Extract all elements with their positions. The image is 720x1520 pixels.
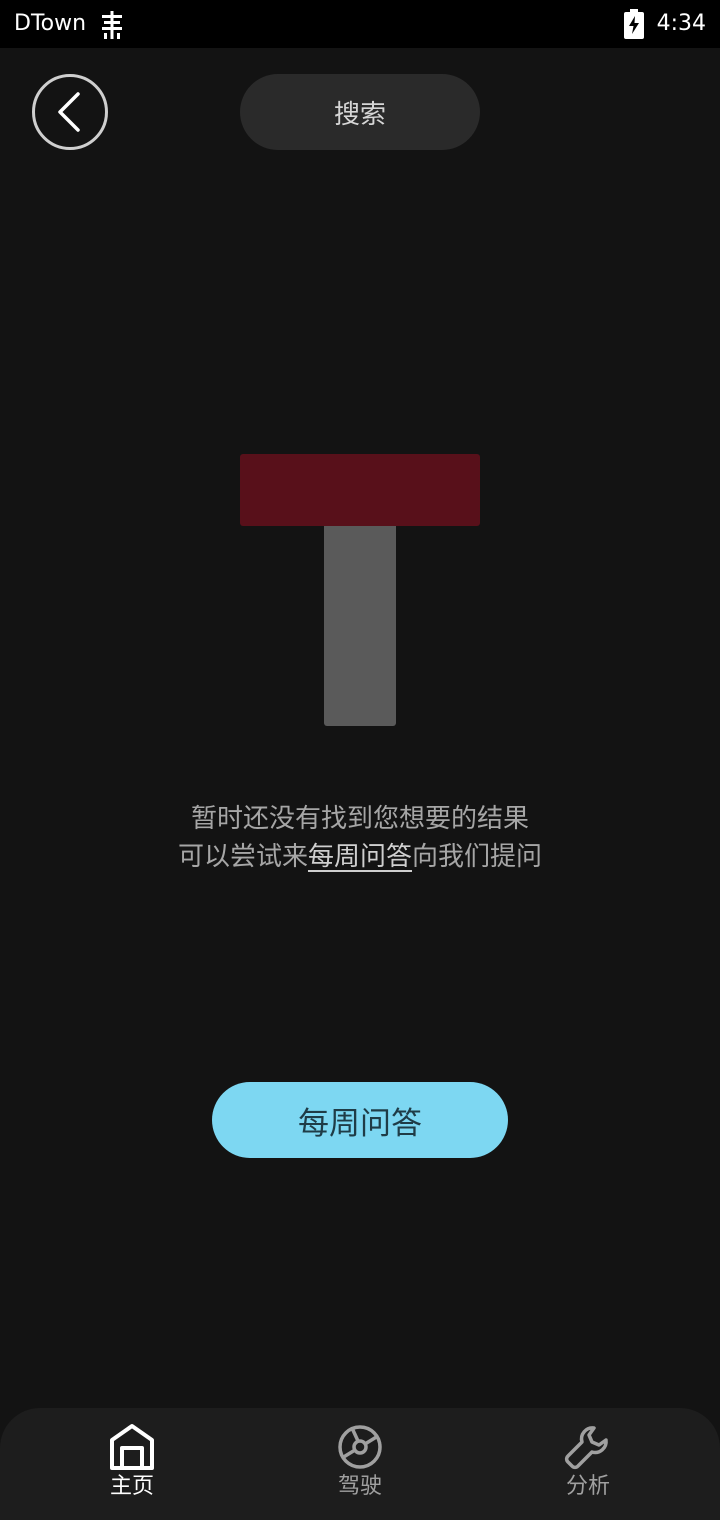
weekly-qa-button[interactable]: 每周问答 xyxy=(212,1082,508,1158)
home-icon xyxy=(108,1422,156,1472)
empty-message-line-2: 可以尝试来每周问答向我们提问 xyxy=(0,838,720,876)
illustration-top-block xyxy=(240,454,480,526)
empty-message-suffix: 向我们提问 xyxy=(412,842,543,872)
nav-item-drive[interactable]: 驾驶 xyxy=(240,1408,480,1520)
wrench-icon xyxy=(564,1422,612,1472)
empty-message-line-1: 暂时还没有找到您想要的结果 xyxy=(190,804,529,834)
nav-label-drive: 驾驶 xyxy=(337,1474,382,1499)
battery-charging-icon xyxy=(623,9,645,39)
back-button[interactable] xyxy=(32,74,108,150)
chevron-left-icon xyxy=(58,92,80,132)
nav-label-home: 主页 xyxy=(109,1474,154,1499)
illustration-stem-block xyxy=(324,526,396,726)
signal-icon xyxy=(100,11,124,39)
clock: 4:34 xyxy=(656,11,706,36)
nav-label-analysis: 分析 xyxy=(565,1474,610,1499)
weekly-qa-link[interactable]: 每周问答 xyxy=(308,842,412,872)
nav-item-analysis[interactable]: 分析 xyxy=(468,1408,708,1520)
carrier-name: DTown xyxy=(14,11,87,36)
empty-state-message: 暂时还没有找到您想要的结果 可以尝试来每周问答向我们提问 xyxy=(0,800,720,876)
empty-state-illustration xyxy=(240,454,480,726)
empty-message-prefix: 可以尝试来 xyxy=(177,842,308,872)
status-bar: DTown 4:34 xyxy=(0,0,720,48)
bottom-navigation: 主页 驾驶 分析 xyxy=(0,1408,720,1520)
nav-item-home[interactable]: 主页 xyxy=(12,1408,252,1520)
steering-wheel-icon xyxy=(336,1422,384,1472)
search-button[interactable]: 搜索 xyxy=(240,74,480,150)
